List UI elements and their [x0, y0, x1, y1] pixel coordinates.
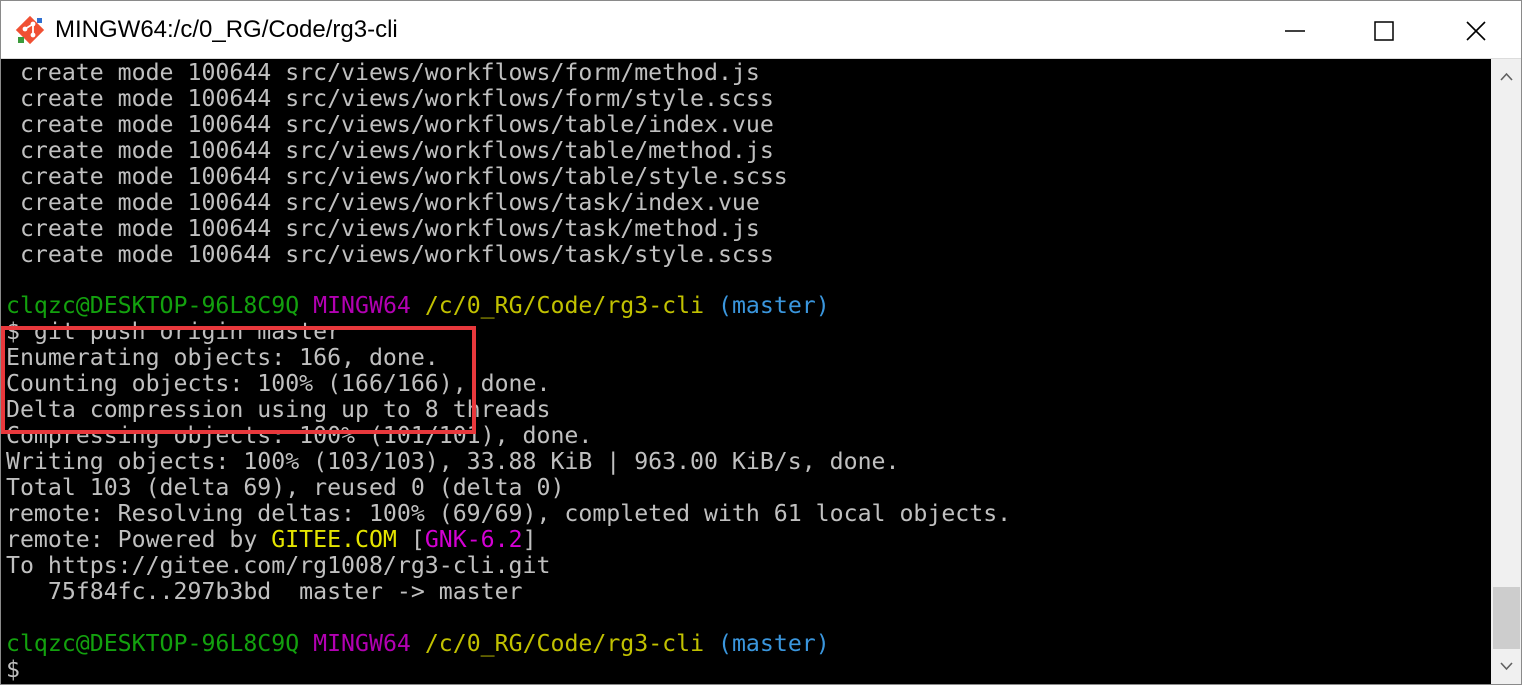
- output-line: create mode 100644 src/views/workflows/f…: [6, 59, 760, 86]
- output-line: remote: Resolving deltas: 100% (69/69), …: [6, 500, 1012, 527]
- output-line: create mode 100644 src/views/workflows/t…: [6, 215, 760, 242]
- cursor-prompt[interactable]: $: [6, 657, 20, 683]
- output-line: remote: Powered by GITEE.COM [GNK-6.2]: [6, 527, 537, 553]
- prompt-shell: MINGW64: [313, 630, 411, 657]
- shell-prompt: clqzc@DESKTOP-96L8C9Q MINGW64 /c/0_RG/Co…: [6, 293, 830, 319]
- output-line: To https://gitee.com/rg1008/rg3-cli.git: [6, 552, 551, 579]
- vertical-scrollbar[interactable]: [1491, 59, 1521, 684]
- output-line: create mode 100644 src/views/workflows/t…: [6, 111, 774, 138]
- scroll-thumb[interactable]: [1493, 587, 1520, 649]
- bracket-close: ]: [522, 526, 537, 553]
- prompt-shell: MINGW64: [313, 292, 411, 319]
- bracket-open: [: [410, 526, 425, 553]
- prompt-path: /c/0_RG/Code/rg3-cli: [424, 630, 705, 657]
- remote-prefix: remote: Powered by: [6, 526, 272, 553]
- prompt-user-host: clqzc@DESKTOP-96L8C9Q: [6, 630, 300, 657]
- gitee-label: GITEE.COM: [271, 526, 397, 553]
- output-line: create mode 100644 src/views/workflows/t…: [6, 241, 774, 268]
- prompt-path: /c/0_RG/Code/rg3-cli: [424, 292, 705, 319]
- background-window-edge: [1522, 0, 1534, 687]
- highlight-annotation: [1, 326, 476, 434]
- minimize-button[interactable]: [1249, 1, 1341, 59]
- shell-prompt: clqzc@DESKTOP-96L8C9Q MINGW64 /c/0_RG/Co…: [6, 631, 830, 657]
- scroll-down-button[interactable]: [1491, 651, 1521, 681]
- output-line: 75f84fc..297b3bd master -> master: [6, 578, 523, 605]
- output-line: create mode 100644 src/views/workflows/t…: [6, 189, 760, 216]
- output-line: create mode 100644 src/views/workflows/t…: [6, 137, 774, 164]
- gnk-label: GNK-6.2: [424, 526, 523, 553]
- output-line: create mode 100644 src/views/workflows/f…: [6, 85, 774, 112]
- scroll-up-button[interactable]: [1491, 61, 1521, 91]
- output-line: Total 103 (delta 69), reused 0 (delta 0): [6, 474, 565, 501]
- prompt-user-host: clqzc@DESKTOP-96L8C9Q: [6, 292, 300, 319]
- output-line: create mode 100644 src/views/workflows/t…: [6, 163, 788, 190]
- maximize-button[interactable]: [1341, 1, 1433, 59]
- prompt-branch: (master): [718, 292, 830, 319]
- terminal-window: MINGW64:/c/0_RG/Code/rg3-cli create mode…: [0, 0, 1522, 685]
- close-button[interactable]: [1431, 1, 1521, 59]
- output-line: Writing objects: 100% (103/103), 33.88 K…: [6, 448, 900, 475]
- prompt-branch: (master): [718, 630, 830, 657]
- title-bar[interactable]: MINGW64:/c/0_RG/Code/rg3-cli: [1, 1, 1521, 59]
- window-title: MINGW64:/c/0_RG/Code/rg3-cli: [55, 16, 398, 43]
- git-bash-icon: [15, 15, 45, 45]
- terminal-output[interactable]: create mode 100644 src/views/workflows/f…: [1, 59, 1491, 684]
